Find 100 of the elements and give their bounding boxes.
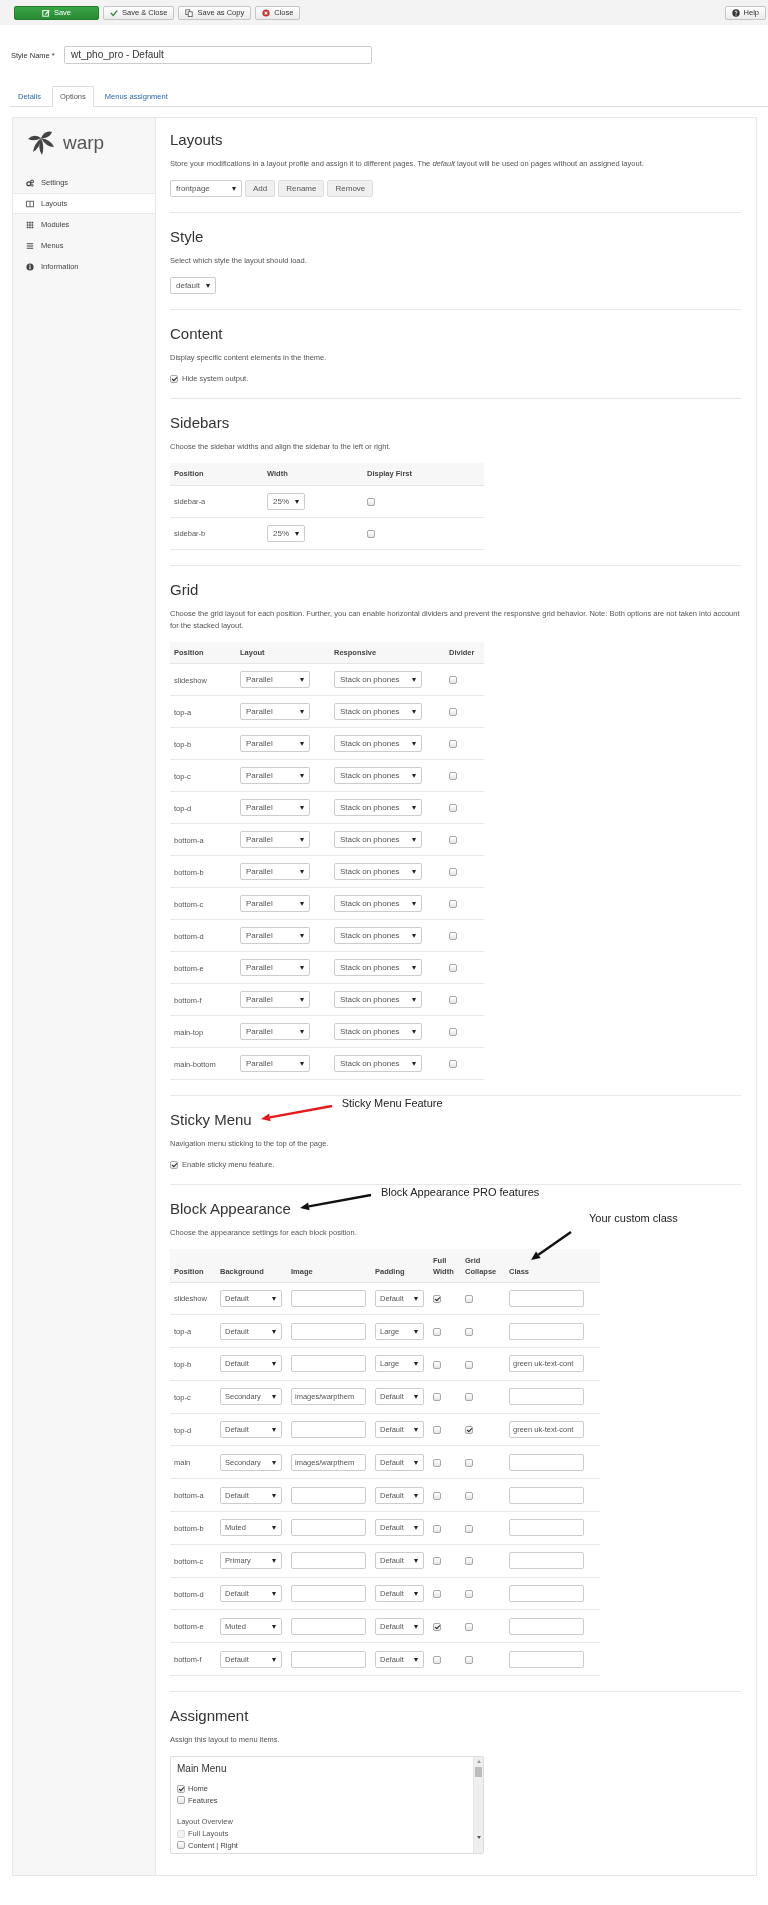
text-field[interactable] xyxy=(509,1289,584,1307)
checkbox[interactable] xyxy=(449,900,457,909)
dropdown[interactable]: Parallel xyxy=(240,895,310,912)
dropdown[interactable]: Parallel xyxy=(240,799,310,816)
dropdown[interactable]: Stack on phones xyxy=(334,799,422,816)
checkbox[interactable] xyxy=(449,996,457,1005)
dropdown[interactable]: Stack on phones xyxy=(334,863,422,880)
style-name-field[interactable]: wt_pho_pro - Default xyxy=(64,46,372,64)
checkbox[interactable] xyxy=(449,772,457,781)
checkbox[interactable] xyxy=(433,1491,441,1500)
dropdown[interactable]: Parallel xyxy=(240,959,310,976)
dropdown[interactable]: Stack on phones xyxy=(334,767,422,784)
text-field[interactable] xyxy=(509,1585,584,1603)
text-field[interactable] xyxy=(291,1289,366,1307)
text-field[interactable] xyxy=(291,1355,366,1373)
checkbox[interactable] xyxy=(177,1784,185,1793)
checkbox[interactable] xyxy=(449,836,457,845)
dropdown[interactable]: Stack on phones xyxy=(334,735,422,752)
text-field[interactable] xyxy=(291,1486,366,1504)
scrollbar[interactable] xyxy=(473,1757,483,1854)
dropdown[interactable]: Parallel xyxy=(240,991,310,1008)
checkbox[interactable] xyxy=(449,708,457,717)
checkbox[interactable] xyxy=(465,1360,473,1369)
dropdown[interactable]: Stack on phones xyxy=(334,959,422,976)
checkbox[interactable] xyxy=(170,374,178,383)
button[interactable]: Add xyxy=(245,180,276,197)
checkbox[interactable] xyxy=(465,1295,473,1303)
checkbox[interactable] xyxy=(449,868,457,877)
checkbox[interactable] xyxy=(465,1655,473,1664)
dropdown[interactable]: Parallel xyxy=(240,735,310,752)
text-field[interactable] xyxy=(509,1650,584,1668)
checkbox[interactable] xyxy=(465,1393,473,1402)
text-field[interactable] xyxy=(509,1486,584,1504)
dropdown[interactable]: Parallel xyxy=(240,927,310,944)
dropdown[interactable]: Stack on phones xyxy=(334,1055,422,1072)
dropdown[interactable]: Parallel xyxy=(240,863,310,880)
text-field[interactable] xyxy=(291,1585,366,1603)
text-field[interactable] xyxy=(509,1617,584,1635)
checkbox[interactable] xyxy=(449,740,457,749)
text-field[interactable] xyxy=(291,1617,366,1635)
text-field[interactable] xyxy=(509,1552,584,1570)
checkbox[interactable] xyxy=(170,1160,178,1169)
checkbox[interactable] xyxy=(367,497,375,506)
dropdown[interactable]: Stack on phones xyxy=(334,831,422,848)
checkbox[interactable] xyxy=(433,1426,441,1435)
checkbox[interactable] xyxy=(449,964,457,973)
dropdown[interactable]: frontpage xyxy=(170,180,242,197)
checkbox[interactable] xyxy=(449,932,457,941)
dropdown[interactable]: Parallel xyxy=(240,831,310,848)
text-field[interactable] xyxy=(509,1322,584,1340)
checkbox[interactable] xyxy=(465,1491,473,1500)
text-field[interactable] xyxy=(291,1552,366,1570)
dropdown[interactable]: Stack on phones xyxy=(334,1023,422,1040)
dropdown[interactable]: Stack on phones xyxy=(334,671,422,688)
dropdown[interactable]: Stack on phones xyxy=(334,703,422,720)
help-icon xyxy=(731,8,740,17)
checkbox[interactable] xyxy=(465,1426,473,1435)
checkbox[interactable] xyxy=(465,1459,473,1467)
checkbox[interactable] xyxy=(449,804,457,813)
dropdown[interactable]: Parallel xyxy=(240,1055,310,1072)
dropdown[interactable]: Parallel xyxy=(240,671,310,688)
checkbox[interactable] xyxy=(465,1623,473,1631)
button[interactable]: Remove xyxy=(327,180,374,197)
checkbox[interactable] xyxy=(433,1557,441,1566)
checkbox[interactable] xyxy=(449,676,457,685)
checkbox[interactable] xyxy=(433,1393,441,1402)
dropdown[interactable]: Parallel xyxy=(240,703,310,720)
dropdown[interactable]: 25% xyxy=(267,492,305,510)
checkbox[interactable] xyxy=(177,1796,185,1805)
checkbox[interactable] xyxy=(433,1327,441,1336)
checkbox[interactable] xyxy=(465,1327,473,1336)
checkbox[interactable] xyxy=(433,1524,441,1533)
checkbox[interactable] xyxy=(433,1459,441,1467)
checkbox[interactable] xyxy=(433,1590,441,1599)
dropdown[interactable]: default xyxy=(170,277,217,294)
checkbox[interactable] xyxy=(449,1028,457,1037)
checkbox[interactable] xyxy=(465,1557,473,1566)
checkbox[interactable] xyxy=(433,1623,441,1631)
checkbox[interactable] xyxy=(367,529,375,538)
dropdown[interactable]: Stack on phones xyxy=(334,895,422,912)
checkbox[interactable] xyxy=(433,1295,441,1303)
dropdown[interactable]: 25% xyxy=(267,524,305,542)
text-field[interactable] xyxy=(509,1453,584,1471)
checkbox[interactable] xyxy=(465,1590,473,1599)
checkbox[interactable] xyxy=(449,1060,457,1069)
dropdown[interactable]: Stack on phones xyxy=(334,991,422,1008)
text-field[interactable] xyxy=(291,1519,366,1537)
checkbox[interactable] xyxy=(433,1360,441,1369)
dropdown[interactable]: Parallel xyxy=(240,1023,310,1040)
text-field[interactable] xyxy=(291,1421,366,1439)
dropdown[interactable]: Parallel xyxy=(240,767,310,784)
text-field[interactable] xyxy=(291,1322,366,1340)
dropdown[interactable]: Stack on phones xyxy=(334,927,422,944)
checkbox[interactable] xyxy=(433,1655,441,1664)
checkbox[interactable] xyxy=(465,1524,473,1533)
button[interactable]: Rename xyxy=(278,180,325,197)
text-field[interactable] xyxy=(291,1650,366,1668)
checkbox[interactable] xyxy=(177,1841,185,1850)
text-field[interactable] xyxy=(509,1388,584,1406)
text-field[interactable] xyxy=(509,1519,584,1537)
